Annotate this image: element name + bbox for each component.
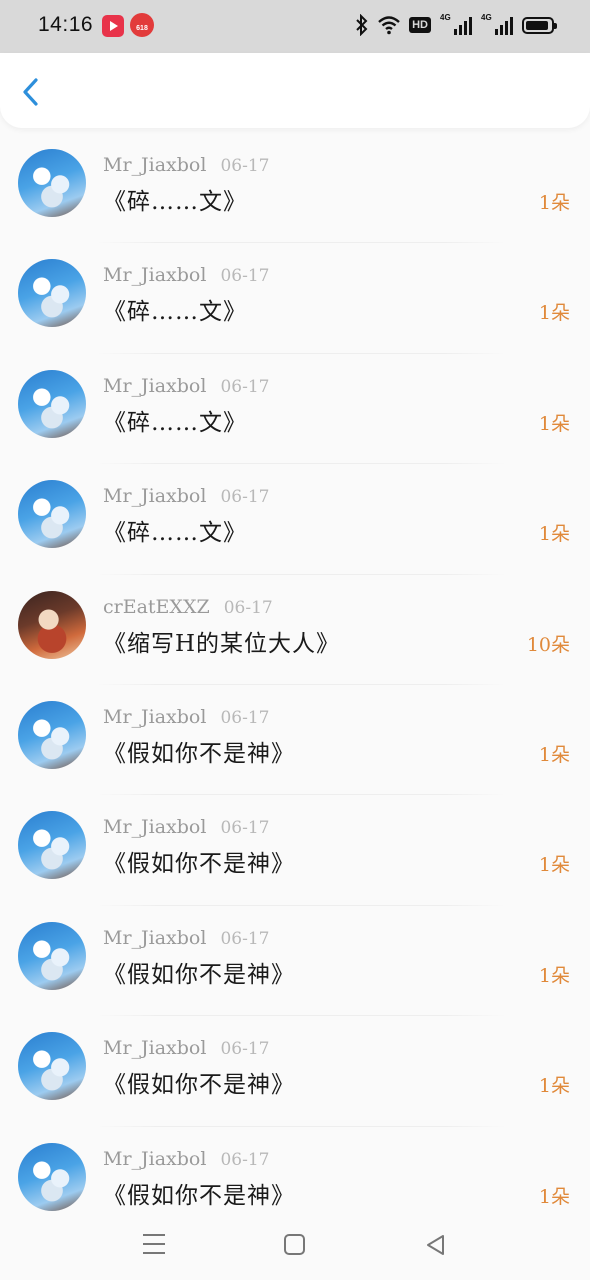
work-title: 《假如你不是神》 <box>103 1072 295 1099</box>
username-text: Mr_Jiaxbol <box>103 485 207 508</box>
status-time: 14:16 <box>38 13 94 36</box>
list-item[interactable]: Mr_Jiaxbol 06-17 《碎……文》 1朵 <box>0 243 590 354</box>
post-date: 06-17 <box>220 707 270 728</box>
video-app-icon <box>102 15 124 37</box>
work-title: 《碎……文》 <box>103 520 247 547</box>
post-date: 06-17 <box>220 156 270 176</box>
back-button[interactable] <box>14 73 48 111</box>
username: Mr_Jiaxbol 06-17 <box>103 154 269 176</box>
flower-count: 1朵 <box>538 964 570 987</box>
list-item[interactable]: crEatEXXZ 06-17 《缩写H的某位大人》 10朵 <box>0 575 590 685</box>
flower-count: 1朵 <box>538 412 570 435</box>
username: Mr_Jiaxbol 06-17 <box>103 706 269 728</box>
list-item[interactable]: Mr_Jiaxbol 06-17 《假如你不是神》 1朵 <box>0 906 590 1017</box>
username: Mr_Jiaxbol 06-17 <box>103 927 269 949</box>
chevron-left-icon <box>23 78 38 106</box>
username: Mr_Jiaxbol 06-17 <box>103 816 269 838</box>
avatar[interactable] <box>18 480 86 549</box>
post-date: 06-17 <box>220 487 270 508</box>
shopping-app-icon: 618 <box>130 13 154 37</box>
flower-count: 1朵 <box>538 1185 570 1208</box>
username: Mr_Jiaxbol 06-17 <box>103 1037 269 1059</box>
avatar[interactable] <box>18 149 86 217</box>
wifi-icon <box>378 16 400 35</box>
signal-icon-2: 4G <box>481 13 513 35</box>
post-date: 06-17 <box>220 1149 270 1170</box>
post-date: 06-17 <box>220 266 270 287</box>
username-text: Mr_Jiaxbol <box>103 1037 207 1060</box>
username-text: crEatEXXZ <box>103 595 210 618</box>
username-text: Mr_Jiaxbol <box>103 154 207 176</box>
username-text: Mr_Jiaxbol <box>103 1147 207 1170</box>
avatar[interactable] <box>18 1032 86 1101</box>
recent-apps-button[interactable] <box>143 1234 165 1256</box>
avatar[interactable] <box>18 369 86 438</box>
flower-count: 1朵 <box>538 523 570 546</box>
status-icons: HD 4G 4G <box>355 13 557 36</box>
work-title: 《假如你不是神》 <box>103 1182 295 1209</box>
work-title: 《假如你不是神》 <box>103 961 295 988</box>
system-back-button[interactable] <box>424 1233 446 1257</box>
username: Mr_Jiaxbol 06-17 <box>103 264 269 286</box>
avatar[interactable] <box>18 811 86 880</box>
list-item[interactable]: Mr_Jiaxbol 06-17 《假如你不是神》 1朵 <box>0 685 590 796</box>
avatar[interactable] <box>18 259 86 328</box>
bluetooth-icon <box>356 14 368 36</box>
username: crEatEXXZ 06-17 <box>103 596 273 618</box>
post-date: 06-17 <box>220 1039 270 1060</box>
work-title: 《碎……文》 <box>103 189 247 215</box>
hd-voice-icon: HD <box>409 17 431 33</box>
post-date: 06-17 <box>220 928 270 949</box>
status-bar: 14:16 618 HD 4G 4G <box>0 0 590 53</box>
gift-record-list: Mr_Jiaxbol 06-17 《碎……文》 1朵 Mr_Jiaxbol 06-17 《碎… <box>0 133 590 1237</box>
avatar[interactable] <box>18 921 86 990</box>
work-title: 《碎……文》 <box>103 409 247 436</box>
username-text: Mr_Jiaxbol <box>103 374 207 397</box>
post-date: 06-17 <box>220 376 270 397</box>
avatar[interactable] <box>18 1142 86 1211</box>
battery-icon <box>522 16 557 34</box>
username-text: Mr_Jiaxbol <box>103 816 207 839</box>
list-item[interactable]: Mr_Jiaxbol 06-17 《假如你不是神》 1朵 <box>0 1016 590 1127</box>
username: Mr_Jiaxbol 06-17 <box>103 375 269 397</box>
list-item[interactable]: Mr_Jiaxbol 06-17 《假如你不是神》 1朵 <box>0 795 590 906</box>
list-item[interactable]: Mr_Jiaxbol 06-17 《碎……文》 1朵 <box>0 133 590 244</box>
username-text: Mr_Jiaxbol <box>103 926 207 949</box>
flower-count: 1朵 <box>538 854 570 877</box>
work-title: 《假如你不是神》 <box>103 740 295 767</box>
flower-count: 1朵 <box>538 743 570 766</box>
home-button[interactable] <box>284 1234 305 1255</box>
username-text: Mr_Jiaxbol <box>103 264 207 287</box>
avatar[interactable] <box>18 590 86 659</box>
post-date: 06-17 <box>223 597 273 618</box>
username: Mr_Jiaxbol 06-17 <box>103 1148 269 1170</box>
list-item[interactable]: Mr_Jiaxbol 06-17 《碎……文》 1朵 <box>0 354 590 465</box>
top-nav-bar <box>0 53 590 128</box>
post-date: 06-17 <box>220 818 270 839</box>
flower-count: 1朵 <box>538 302 570 325</box>
username: Mr_Jiaxbol 06-17 <box>103 485 269 507</box>
system-navigation-bar <box>0 1212 590 1280</box>
flower-count: 1朵 <box>538 1075 570 1098</box>
username-text: Mr_Jiaxbol <box>103 705 207 728</box>
avatar[interactable] <box>18 700 86 769</box>
flower-count: 1朵 <box>538 192 570 214</box>
signal-icon-1: 4G <box>440 13 472 35</box>
work-title: 《缩写H的某位大人》 <box>103 630 341 657</box>
work-title: 《假如你不是神》 <box>103 851 295 878</box>
work-title: 《碎……文》 <box>103 299 247 326</box>
list-item[interactable]: Mr_Jiaxbol 06-17 《碎……文》 1朵 <box>0 464 590 575</box>
flower-count: 10朵 <box>526 633 570 656</box>
